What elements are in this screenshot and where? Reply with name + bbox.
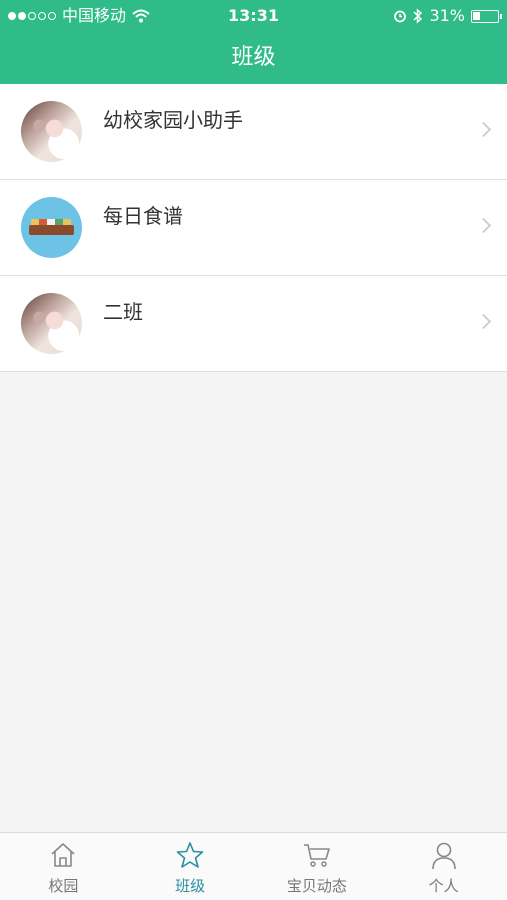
battery-percent: 31%: [429, 6, 465, 25]
tab-bar: 校园 班级 宝贝动态 个人: [0, 832, 507, 900]
tab-campus[interactable]: 校园: [0, 833, 127, 900]
list-item-label: 幼校家园小助手: [103, 108, 243, 132]
battery-icon: [471, 9, 502, 23]
cat-avatar: [21, 293, 82, 354]
cart-icon: [303, 844, 330, 867]
alarm-icon: [394, 10, 407, 23]
page-title: 班级: [231, 45, 276, 70]
class-list: 幼校家园小助手 每日食谱 二班: [0, 84, 507, 372]
tab-label: 班级: [175, 877, 206, 895]
home-icon: [51, 843, 75, 867]
tab-baby-updates[interactable]: 宝贝动态: [254, 833, 381, 900]
bluetooth-icon: [413, 8, 423, 24]
tab-label: 宝贝动态: [286, 877, 347, 895]
cat-avatar: [21, 101, 82, 162]
tab-class[interactable]: 班级: [127, 833, 254, 900]
chevron-right-icon: [475, 121, 492, 138]
chevron-right-icon: [475, 313, 492, 330]
tab-profile[interactable]: 个人: [380, 833, 507, 900]
person-icon: [431, 842, 456, 870]
status-bar: 中国移动 13:31 31%: [0, 0, 507, 32]
tab-label: 校园: [48, 877, 79, 895]
list-item[interactable]: 幼校家园小助手: [0, 84, 507, 180]
chevron-right-icon: [475, 217, 492, 234]
list-item[interactable]: 二班: [0, 276, 507, 372]
star-icon: [176, 842, 204, 868]
list-item-label: 每日食谱: [103, 204, 183, 228]
header-bar: 中国移动 13:31 31% 班级: [0, 0, 507, 84]
list-item-label: 二班: [103, 300, 143, 324]
list-item[interactable]: 每日食谱: [0, 180, 507, 276]
tab-label: 个人: [428, 877, 459, 895]
status-right: 31%: [393, 0, 502, 32]
food-avatar: [21, 197, 82, 258]
